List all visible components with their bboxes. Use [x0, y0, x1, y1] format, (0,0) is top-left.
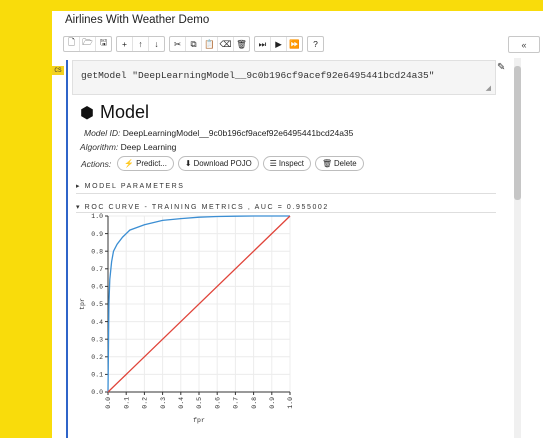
x-tick-label: 0.5: [196, 397, 203, 409]
x-tick-label: 0.8: [251, 397, 258, 409]
model-id-row: Model ID: DeepLearningModel__9c0b196cf9a…: [84, 128, 353, 138]
save-icon[interactable]: 🖫: [96, 37, 111, 51]
toolbar-group: ?: [307, 36, 324, 52]
help-icon[interactable]: ?: [308, 37, 323, 51]
y-tick-label: 0.2: [91, 354, 103, 361]
scrollbar-thumb[interactable]: [514, 66, 521, 200]
section-divider: [76, 193, 496, 194]
roc-curve-chart: 0.0 0.1 0.2 0.3 0.4 0.5 0.6 0.7 0.8 0.9 1.0 0.0 0.1 0…: [79, 213, 294, 424]
y-tick-label: 0.8: [91, 248, 103, 255]
y-tick-label: 0.6: [91, 284, 103, 291]
move-up-icon[interactable]: ↑: [133, 37, 149, 51]
x-tick-label: 0.7: [233, 397, 240, 409]
y-tick-label: 0.0: [91, 389, 103, 396]
model-heading: ⬢ Model: [80, 102, 149, 123]
move-down-icon[interactable]: ↓: [149, 37, 164, 51]
x-tick-label: 0.0: [105, 397, 112, 409]
y-tick-label: 0.1: [91, 372, 103, 379]
download-pojo-button[interactable]: ⬇ Download POJO: [177, 156, 259, 171]
run-icon[interactable]: ▶: [271, 37, 287, 51]
screenshot-frame: Airlines With Weather Demo 🗋 🗁 🖫 + ↑ ↓ ✂ ⧉ 📋 ⌫ 🗑 ⏭ ▶…: [0, 0, 543, 438]
x-tick-label: 0.4: [178, 397, 185, 409]
left-margin: [0, 0, 52, 438]
x-tick-label: 0.1: [123, 397, 130, 409]
roc-curve-toggle[interactable]: ▾ ROC CURVE - TRAINING METRICS , AUC = 0…: [76, 203, 329, 211]
collapse-sidebar-button[interactable]: «: [508, 36, 540, 53]
cut-icon[interactable]: ✂: [170, 37, 186, 51]
run-all-icon[interactable]: ⏩: [287, 37, 302, 51]
y-tick-label: 1.0: [91, 213, 103, 220]
inspect-button[interactable]: ☰ Inspect: [262, 156, 311, 171]
top-margin: [0, 0, 543, 11]
y-axis-title: tpr: [79, 298, 86, 310]
resize-grip-icon[interactable]: ◢: [486, 84, 491, 92]
delete-icon[interactable]: 🗑: [234, 37, 249, 51]
y-tick-label: 0.5: [91, 301, 103, 308]
y-tick-label: 0.7: [91, 266, 103, 273]
toolbar-group: + ↑ ↓: [116, 36, 165, 52]
cell-type-badge: CS: [52, 66, 64, 75]
x-tick-label: 1.0: [287, 397, 294, 409]
y-tick-label: 0.4: [91, 319, 103, 326]
y-tick-label: 0.9: [91, 231, 103, 238]
x-tick-label: 0.3: [160, 397, 167, 409]
paperclip-icon[interactable]: ✎: [497, 62, 505, 73]
x-tick-label: 0.9: [269, 397, 276, 409]
algorithm-value: Deep Learning: [120, 142, 177, 152]
model-id-label: Model ID:: [84, 128, 121, 138]
notebook-toolbar: 🗋 🗁 🖫 + ↑ ↓ ✂ ⧉ 📋 ⌫ 🗑 ⏭ ▶ ⏩?: [63, 36, 328, 52]
x-axis-title: fpr: [193, 417, 205, 424]
toolbar-group: ⏭ ▶ ⏩: [254, 36, 303, 52]
model-parameters-toggle[interactable]: ▸ MODEL PARAMETERS: [76, 182, 185, 190]
x-tick-label: 0.2: [142, 397, 149, 409]
clear-icon[interactable]: ⌫: [218, 37, 234, 51]
delete-button[interactable]: 🗑 Delete: [314, 156, 364, 171]
copy-icon[interactable]: ⧉: [186, 37, 202, 51]
code-cell-input[interactable]: getModel "DeepLearningModel__9c0b196cf9a…: [72, 60, 496, 95]
paste-icon[interactable]: 📋: [202, 37, 218, 51]
x-tick-label: 0.6: [214, 397, 221, 409]
model-heading-text: Model: [99, 102, 149, 122]
cube-icon: ⬢: [80, 104, 94, 122]
active-cell-indicator: [66, 60, 68, 438]
y-tick-label: 0.3: [91, 336, 103, 343]
model-id-value: DeepLearningModel__9c0b196cf9acef92e6495…: [122, 128, 354, 138]
add-cell-icon[interactable]: +: [117, 37, 133, 51]
actions-label: Actions:: [81, 158, 112, 169]
toolbar-group: ✂ ⧉ 📋 ⌫ 🗑: [169, 36, 250, 52]
code-text[interactable]: getModel "DeepLearningModel__9c0b196cf9a…: [81, 70, 434, 81]
run-to-here-icon[interactable]: ⏭: [255, 37, 271, 51]
predict-button[interactable]: ⚡ Predict...: [117, 156, 174, 171]
notebook-title: Airlines With Weather Demo: [65, 14, 210, 26]
new-file-icon[interactable]: 🗋: [64, 37, 80, 51]
algorithm-label: Algorithm:: [80, 142, 119, 152]
open-folder-icon[interactable]: 🗁: [80, 37, 96, 51]
actions-row: Actions: ⚡ Predict... ⬇ Download POJO ☰ …: [81, 156, 368, 171]
toolbar-group: 🗋 🗁 🖫: [63, 36, 112, 52]
algorithm-row: Algorithm: Deep Learning: [80, 142, 176, 152]
